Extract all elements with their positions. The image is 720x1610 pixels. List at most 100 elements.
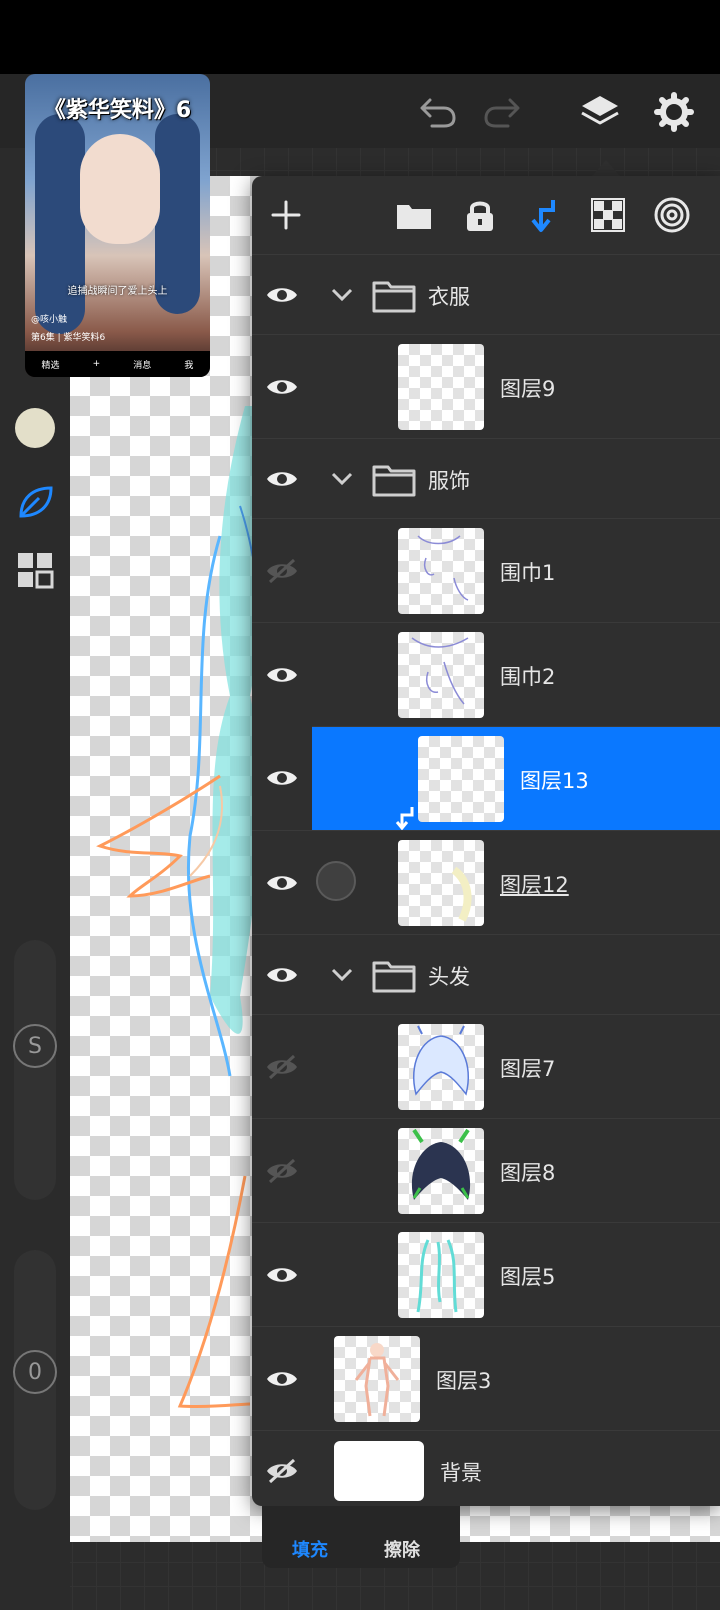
- fill-tab[interactable]: 填充: [270, 1536, 350, 1562]
- layer-row[interactable]: 图层7: [252, 1014, 720, 1118]
- layer-row-background[interactable]: 背景: [252, 1430, 720, 1506]
- layer-folder-row[interactable]: 衣服: [252, 254, 720, 334]
- layers-button[interactable]: [576, 88, 624, 136]
- video-author: @咳小触: [31, 315, 68, 325]
- folder-icon: [372, 961, 416, 993]
- add-layer-button[interactable]: [264, 193, 308, 237]
- layer-thumbnail: [334, 1441, 424, 1501]
- bottom-tool-tabs: 填充 擦除: [262, 1506, 460, 1568]
- alpha-lock-button[interactable]: [586, 193, 630, 237]
- layer-name: 背景: [440, 1461, 482, 1485]
- video-episode: 第6集 | 紫华笑料6: [31, 333, 106, 343]
- visibility-toggle[interactable]: [256, 545, 308, 597]
- color-swatch[interactable]: [15, 408, 55, 448]
- visibility-toggle[interactable]: [256, 649, 308, 701]
- layer-name: 图层5: [500, 1265, 556, 1289]
- layer-row-selected[interactable]: 图层13: [312, 726, 720, 831]
- visibility-toggle[interactable]: [256, 269, 308, 321]
- redo-icon: [484, 98, 520, 128]
- eye-icon: [267, 876, 297, 890]
- layer-name: 图层12: [500, 873, 569, 897]
- video-nav-item[interactable]: 我: [184, 358, 193, 371]
- layer-name: 图层9: [500, 377, 556, 401]
- leaf-brush-icon: [19, 486, 53, 518]
- layer-row[interactable]: 图层3: [252, 1326, 720, 1430]
- visibility-toggle[interactable]: [256, 1445, 308, 1497]
- video-figure-face: [80, 134, 160, 244]
- layers-panel: 衣服 图层9 服饰 围巾1 围巾2 图层13 图层12 头发 图层7 图层8 图…: [252, 176, 720, 1506]
- eye-off-icon: [267, 1458, 297, 1484]
- visibility-toggle[interactable]: [256, 949, 308, 1001]
- video-overlay[interactable]: 《紫华笑料》6 追捕战瞬间了爱上头上 @咳小触 第6集 | 紫华笑料6 精选 +…: [25, 74, 210, 377]
- brush-tool-button[interactable]: [13, 480, 57, 524]
- redo-button[interactable]: [478, 88, 526, 136]
- status-bar: [0, 0, 720, 74]
- eye-icon: [267, 288, 297, 302]
- visibility-toggle[interactable]: [256, 1041, 308, 1093]
- layer-name: 图层13: [520, 769, 589, 793]
- visibility-toggle[interactable]: [256, 1353, 308, 1405]
- size-label: S: [13, 1024, 57, 1068]
- erase-tab[interactable]: 擦除: [362, 1536, 442, 1562]
- layer-thumbnail: [398, 344, 484, 430]
- visibility-toggle[interactable]: [256, 1145, 308, 1197]
- grid-icon: [18, 553, 54, 589]
- visibility-toggle[interactable]: [256, 857, 308, 909]
- chevron-down-icon[interactable]: [328, 961, 356, 989]
- layer-row[interactable]: 围巾2: [252, 622, 720, 726]
- clip-indicator-icon: [395, 807, 414, 831]
- add-folder-button[interactable]: [392, 193, 436, 237]
- video-nav-item[interactable]: 精选: [42, 358, 60, 371]
- layer-thumbnail: [334, 1336, 420, 1422]
- eye-icon: [267, 380, 297, 394]
- grid-tool-button[interactable]: [13, 548, 57, 592]
- blend-icon: [654, 197, 690, 233]
- layer-name: 围巾1: [500, 561, 556, 585]
- clip-arrow-icon: [531, 200, 555, 232]
- layer-row[interactable]: 图层9: [252, 334, 720, 438]
- layer-name: 围巾2: [500, 665, 556, 689]
- layer-row[interactable]: 围巾1: [252, 518, 720, 622]
- layer-row[interactable]: 图层8: [252, 1118, 720, 1222]
- visibility-toggle[interactable]: [256, 453, 308, 505]
- layer-name: 头发: [428, 965, 470, 989]
- video-nav-item[interactable]: 消息: [133, 358, 151, 371]
- visibility-toggle[interactable]: [256, 361, 308, 413]
- layer-thumbnail: [418, 736, 504, 822]
- panel-pointer: [592, 160, 620, 176]
- opacity-label: 0: [13, 1350, 57, 1394]
- visibility-toggle[interactable]: [256, 752, 308, 804]
- video-title: 《紫华笑料》6: [43, 98, 192, 123]
- layer-folder-row[interactable]: 头发: [252, 934, 720, 1014]
- lock-layer-button[interactable]: [458, 193, 502, 237]
- layer-name: 图层7: [500, 1057, 556, 1081]
- clip-layer-button[interactable]: [522, 193, 566, 237]
- folder-icon: [372, 281, 416, 313]
- undo-button[interactable]: [414, 88, 462, 136]
- layer-color-dot[interactable]: [316, 861, 356, 901]
- visibility-toggle[interactable]: [256, 1249, 308, 1301]
- layer-thumbnail: [398, 528, 484, 614]
- eye-off-icon: [267, 1054, 297, 1080]
- checker-icon: [591, 198, 625, 232]
- eye-icon: [267, 1268, 297, 1282]
- app-root: S 0 《紫华笑料》6 追捕战瞬间了爱上头上 @咳小触 第6集 | 紫华笑料6 …: [0, 0, 720, 1610]
- undo-icon: [420, 98, 456, 128]
- layer-folder-row[interactable]: 服饰: [252, 438, 720, 518]
- blend-mode-button[interactable]: [650, 193, 694, 237]
- eye-icon: [267, 472, 297, 486]
- size-slider[interactable]: [14, 940, 56, 1200]
- chevron-down-icon[interactable]: [328, 465, 356, 493]
- layers-icon: [581, 96, 619, 125]
- eye-icon: [267, 968, 297, 982]
- layer-row[interactable]: 图层12: [252, 830, 720, 934]
- settings-button[interactable]: [650, 88, 698, 136]
- chevron-down-icon[interactable]: [328, 281, 356, 309]
- layer-row[interactable]: 图层5: [252, 1222, 720, 1326]
- layer-thumbnail: [398, 1128, 484, 1214]
- folder-icon: [372, 465, 416, 497]
- eye-off-icon: [267, 1158, 297, 1184]
- video-figure-hair: [35, 114, 85, 334]
- video-nav-item[interactable]: +: [93, 359, 101, 369]
- lock-icon: [467, 201, 493, 231]
